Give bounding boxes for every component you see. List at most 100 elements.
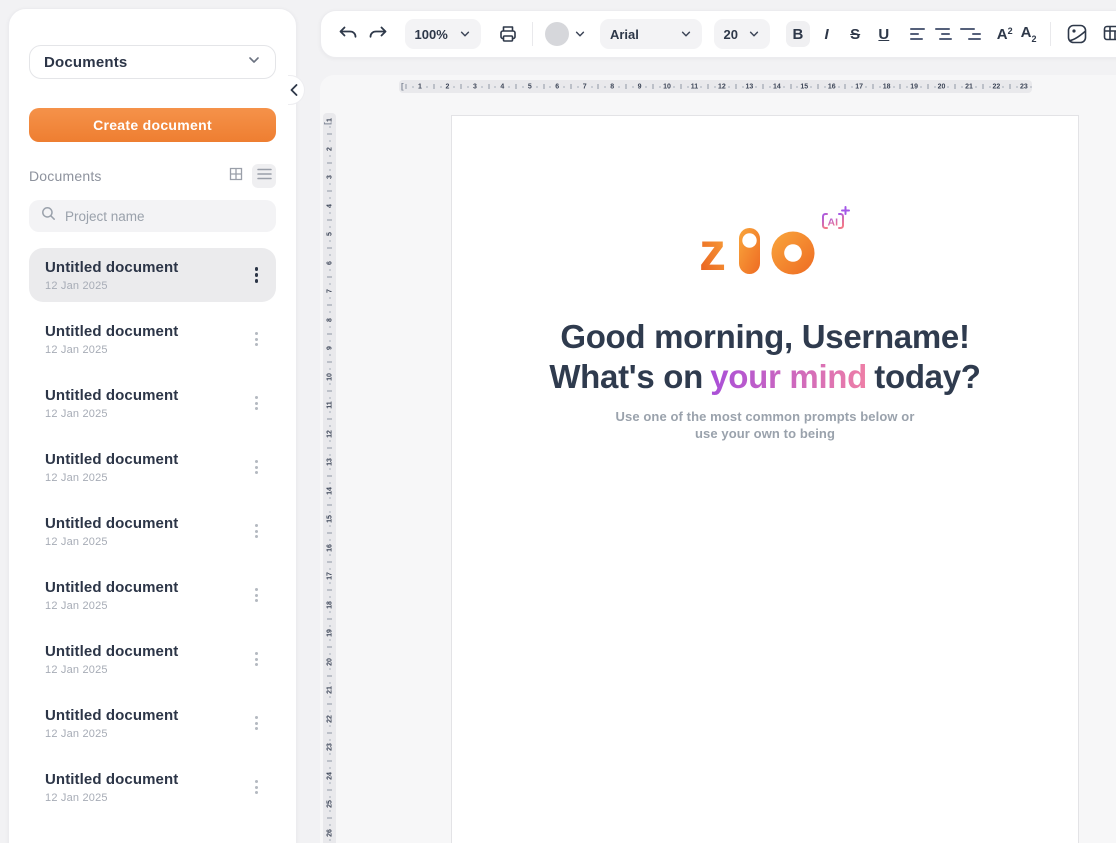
document-title: Untitled document [45, 259, 249, 276]
document-list-item[interactable]: Untitled document 12 Jan 2025 [29, 632, 276, 686]
zio-logo: z AI [701, 221, 829, 275]
document-meta: Untitled document 12 Jan 2025 [45, 515, 249, 548]
document-title: Untitled document [45, 707, 249, 724]
superscript-mark: 2 [1008, 26, 1013, 36]
workspace-select[interactable]: Documents [29, 45, 276, 79]
greeting-highlight: your mind [710, 358, 867, 395]
ruler-number: 13 [745, 83, 753, 90]
document-list-item[interactable]: Untitled document 12 Jan 2025 [29, 312, 276, 366]
project-search[interactable] [29, 200, 276, 232]
list-view-button[interactable] [252, 164, 276, 188]
document-options-button[interactable] [249, 774, 264, 800]
document-options-button[interactable] [249, 646, 264, 672]
superscript-button[interactable]: A2 [997, 26, 1013, 43]
ruler-number: 1 [418, 83, 422, 90]
ruler-number: 14 [326, 487, 333, 495]
zoom-select[interactable]: 100% [405, 19, 482, 49]
document-list-item[interactable]: Untitled document 12 Jan 2025 [29, 248, 276, 302]
greeting-line2-suffix: today? [874, 358, 980, 395]
chevron-down-icon [459, 28, 471, 40]
document-meta: Untitled document 12 Jan 2025 [45, 259, 249, 292]
greeting-line1: Good morning, Username! [549, 317, 980, 357]
align-right-button[interactable] [960, 21, 981, 47]
redo-icon [367, 25, 388, 43]
svg-text:z: z [701, 222, 726, 275]
subtitle-line1: Use one of the most common prompts below… [616, 408, 915, 425]
align-center-button[interactable] [935, 21, 956, 47]
ruler-number: 15 [800, 83, 808, 90]
project-search-input[interactable] [65, 209, 264, 224]
ruler-number: 19 [910, 83, 918, 90]
create-document-button[interactable]: Create document [29, 108, 276, 142]
document-list-item[interactable]: Untitled document 12 Jan 2025 [29, 376, 276, 430]
ruler-number: 18 [883, 83, 891, 90]
ruler-number: 16 [828, 83, 836, 90]
italic-button[interactable]: I [814, 21, 839, 47]
ruler-number: 2 [445, 83, 449, 90]
ruler-number: 13 [326, 458, 333, 466]
ruler-number: 6 [326, 261, 333, 265]
subscript-mark: 2 [1031, 34, 1036, 44]
ruler-number: 5 [326, 232, 333, 236]
document-list-item[interactable]: Untitled document 12 Jan 2025 [29, 568, 276, 622]
ruler-number: 4 [326, 204, 333, 208]
ruler-number: 21 [965, 83, 973, 90]
document-options-button[interactable] [249, 518, 264, 544]
document-list-item[interactable]: Untitled document 12 Jan 2025 [29, 440, 276, 494]
align-left-button[interactable] [910, 21, 931, 47]
horizontal-ruler[interactable]: [1234567891011121314151617181920212223 [399, 80, 1032, 93]
ruler-number: 12 [718, 83, 726, 90]
redo-button[interactable] [366, 25, 389, 43]
ruler-number: 9 [326, 346, 333, 350]
subscript-button[interactable]: A2 [1021, 24, 1037, 44]
ruler-number: 1 [326, 118, 333, 122]
image-icon [1066, 23, 1088, 45]
document-date: 12 Jan 2025 [45, 280, 249, 292]
ruler-number: 17 [855, 83, 863, 90]
document-options-button[interactable] [249, 326, 264, 352]
strikethrough-button[interactable]: S [843, 21, 868, 47]
ruler-number: 25 [326, 800, 333, 808]
document-options-button[interactable] [249, 261, 265, 289]
greeting-line2: What's onyour mindtoday? [549, 357, 980, 397]
document-list-item[interactable]: Untitled document 12 Jan 2025 [29, 760, 276, 814]
document-options-button[interactable] [249, 582, 264, 608]
document-options-button[interactable] [249, 710, 264, 736]
ruler-number: 10 [663, 83, 671, 90]
ruler-margin-marker: [ [323, 122, 332, 125]
chevron-down-icon [574, 28, 586, 40]
ruler-number: 6 [555, 83, 559, 90]
ruler-number: 3 [326, 175, 333, 179]
undo-button[interactable] [337, 25, 360, 43]
font-size-select[interactable]: 20 [714, 19, 770, 49]
greeting-subtitle: Use one of the most common prompts below… [616, 408, 915, 442]
document-date: 12 Jan 2025 [45, 600, 249, 612]
font-family-select[interactable]: Arial [600, 19, 702, 49]
document-title: Untitled document [45, 387, 249, 404]
ruler-number: 15 [326, 515, 333, 523]
ruler-number: 8 [610, 83, 614, 90]
document-options-button[interactable] [249, 454, 264, 480]
document-page[interactable]: z AI [451, 115, 1079, 843]
document-date: 12 Jan 2025 [45, 408, 249, 420]
ruler-number: 23 [1020, 83, 1028, 90]
print-button[interactable] [495, 24, 520, 44]
bold-button[interactable]: B [786, 21, 811, 47]
grid-view-icon [228, 166, 244, 187]
document-date: 12 Jan 2025 [45, 792, 249, 804]
document-date: 12 Jan 2025 [45, 344, 249, 356]
underline-button[interactable]: U [872, 21, 897, 47]
document-date: 12 Jan 2025 [45, 472, 249, 484]
document-list-item[interactable]: Untitled document 12 Jan 2025 [29, 696, 276, 750]
text-color-picker[interactable] [545, 22, 586, 46]
document-meta: Untitled document 12 Jan 2025 [45, 387, 249, 420]
table-add-icon [1102, 23, 1116, 45]
insert-image-button[interactable] [1063, 23, 1090, 45]
sidebar-collapse-button[interactable] [288, 75, 305, 105]
document-title: Untitled document [45, 323, 249, 340]
vertical-ruler[interactable]: [123456789101112131415161718192021222324… [323, 113, 336, 843]
insert-table-button[interactable] [1100, 23, 1116, 45]
document-list-item[interactable]: Untitled document 12 Jan 2025 [29, 504, 276, 558]
grid-view-button[interactable] [224, 164, 248, 188]
document-options-button[interactable] [249, 390, 264, 416]
